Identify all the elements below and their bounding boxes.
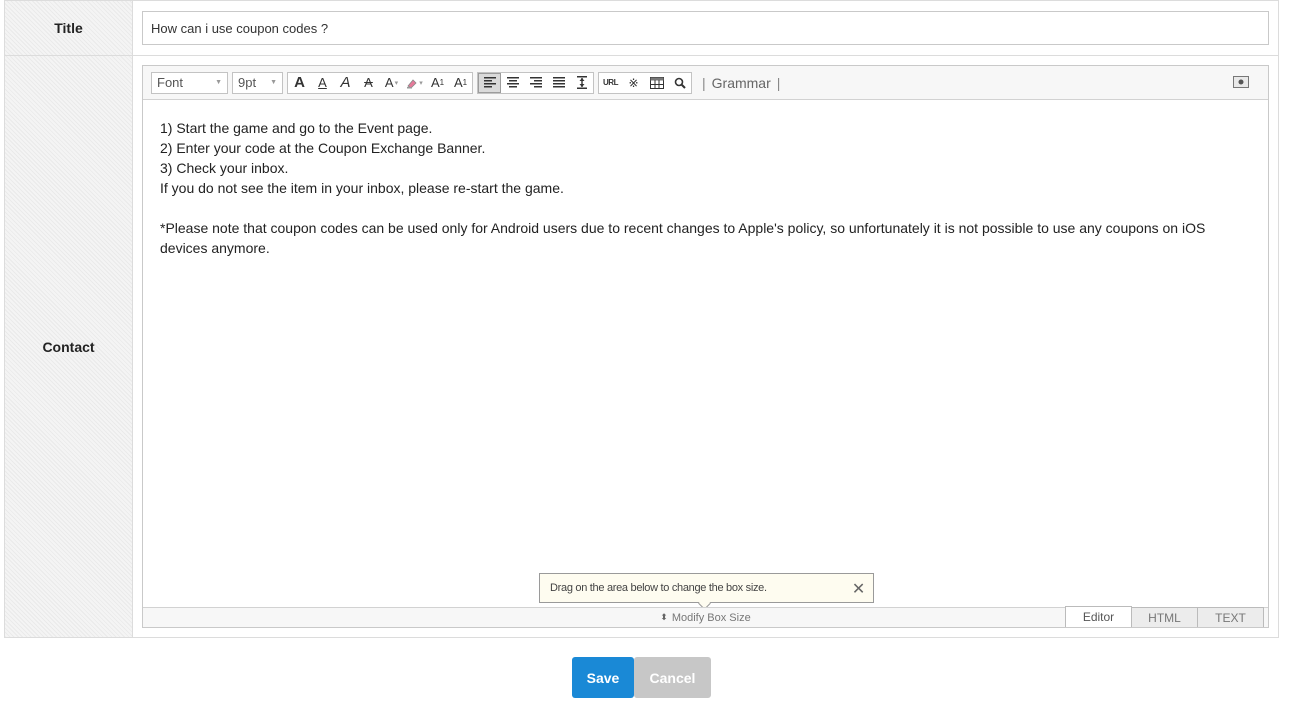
align-justify-icon [552, 77, 565, 88]
contact-row: Contact Font ▼ 9pt ▼ A A A A A ▾ ▾ A 1 A… [5, 56, 1279, 638]
chevron-down-icon: ▼ [215, 79, 222, 86]
search-icon [674, 77, 686, 89]
italic-button[interactable]: A [334, 73, 357, 93]
align-left-button[interactable] [478, 72, 501, 93]
strikethrough-button[interactable]: A [357, 73, 380, 93]
tab-editor[interactable]: Editor [1065, 606, 1132, 627]
save-button[interactable]: Save [572, 657, 634, 698]
content-line: 1) Start the game and go to the Event pa… [160, 120, 433, 136]
table-icon [649, 76, 664, 89]
resize-label: Modify Box Size [671, 611, 751, 624]
editor-toolbar: Font ▼ 9pt ▼ A A A A A ▾ ▾ A 1 A 1 URL ※… [143, 66, 1268, 100]
post-form: Title Contact Font ▼ 9pt ▼ A [4, 0, 1279, 638]
content-line: *Please note that coupon codes can be us… [160, 220, 1206, 256]
editor-content[interactable]: 1) Start the game and go to the Event pa… [143, 100, 1268, 570]
superscript-button[interactable]: A1 [426, 73, 449, 93]
justify-button[interactable] [547, 73, 570, 93]
line-height-button[interactable] [570, 73, 593, 93]
grammar-button[interactable]: Grammar [712, 75, 771, 91]
line-height-icon [576, 76, 587, 89]
title-cell [133, 1, 1279, 55]
special-char-button[interactable]: ※ [622, 73, 645, 93]
insert-table-button[interactable] [645, 73, 668, 93]
content-line: 2) Enter your code at the Coupon Exchang… [160, 140, 486, 156]
insert-link-button[interactable]: URL [599, 73, 622, 93]
resize-arrow-icon: ⬍ [660, 612, 668, 622]
contact-label: Contact [5, 56, 133, 637]
close-icon[interactable]: ✕ [852, 579, 865, 599]
subscript-button[interactable]: A1 [449, 73, 472, 93]
title-row: Title [5, 1, 1279, 56]
title-input[interactable] [142, 11, 1269, 45]
separator: | [776, 74, 781, 91]
align-center-button[interactable] [501, 73, 524, 93]
find-button[interactable] [668, 73, 691, 93]
underline-button[interactable]: A [311, 73, 334, 93]
separator: | [702, 74, 706, 91]
highlighter-icon [407, 78, 417, 89]
cancel-button[interactable]: Cancel [634, 657, 711, 698]
grammar-area: | Grammar | [702, 75, 786, 91]
font-select-value: Font [157, 75, 184, 90]
resize-tooltip: Drag on the area below to change the box… [539, 573, 874, 603]
tab-text[interactable]: TEXT [1197, 607, 1264, 627]
align-left-icon [483, 77, 496, 88]
align-right-button[interactable] [524, 73, 547, 93]
tooltip-text: Drag on the area below to change the box… [550, 582, 767, 594]
text-style-group: A A A A A A1 A1 [287, 71, 473, 94]
rich-text-editor: Font ▼ 9pt ▼ A A A A A ▾ ▾ A 1 A 1 URL ※… [142, 65, 1269, 628]
content-line: 3) Check your inbox. [160, 160, 289, 176]
font-size-value: 9pt [238, 75, 257, 90]
bold-button[interactable]: A [288, 73, 311, 93]
content-line: If you do not see the item in your inbox… [160, 180, 564, 196]
insert-image-button[interactable] [1232, 75, 1250, 89]
align-center-icon [506, 77, 519, 88]
align-right-icon [529, 77, 542, 88]
resize-handle[interactable]: ⬍ Modify Box Size Editor HTML TEXT [143, 606, 1268, 627]
title-label: Title [5, 1, 133, 55]
contact-cell: Font ▼ 9pt ▼ A A A A A ▾ ▾ A 1 A 1 URL ※… [133, 56, 1279, 637]
editor-mode-tabs: Editor HTML TEXT [1065, 606, 1264, 627]
font-color-button[interactable]: A [380, 73, 403, 93]
align-group [477, 71, 594, 94]
insert-group: URL ※ [598, 71, 692, 94]
font-size-select[interactable]: 9pt ▼ [232, 71, 283, 94]
image-icon [1233, 76, 1249, 88]
tab-html[interactable]: HTML [1131, 607, 1198, 627]
content-line [160, 198, 1251, 218]
font-select[interactable]: Font ▼ [151, 71, 228, 94]
highlight-color-button[interactable] [403, 73, 426, 93]
chevron-down-icon: ▼ [270, 79, 277, 86]
